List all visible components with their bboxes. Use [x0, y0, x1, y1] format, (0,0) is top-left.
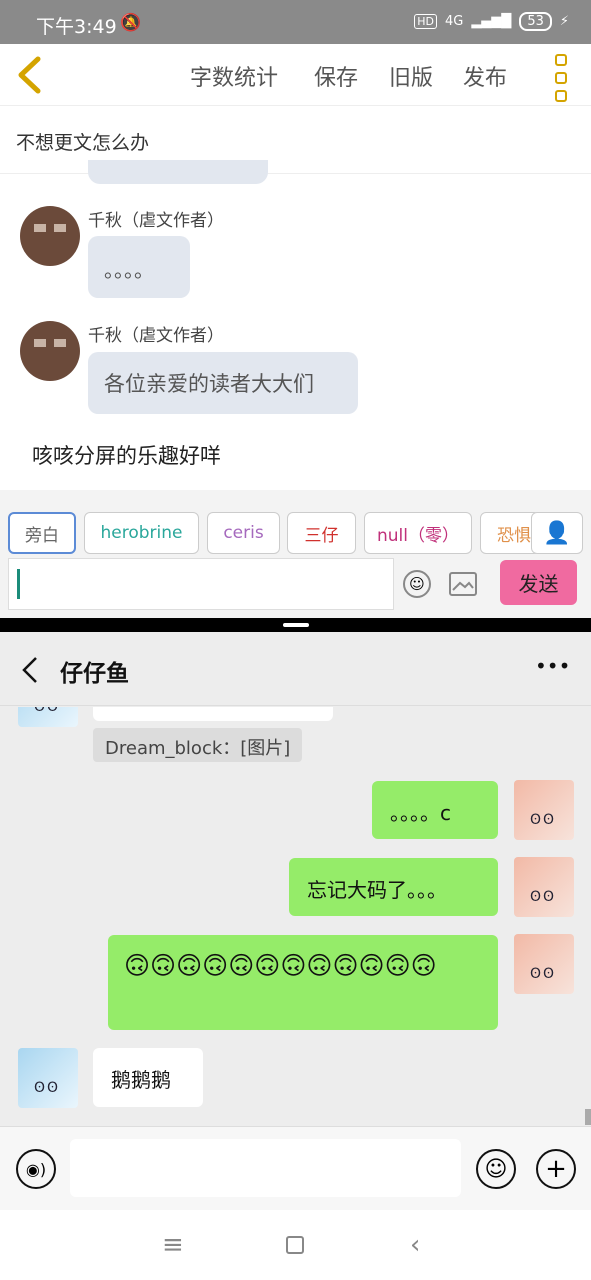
message-bubble-outgoing[interactable]: 🙃🙃🙃🙃🙃🙃🙃🙃🙃🙃🙃🙃	[108, 935, 498, 1030]
status-bar: 下午3:49 🔕 HD 4G ▂▄▆█ 53 ⚡	[0, 0, 591, 44]
message-bubble-incoming[interactable]: 鹅鹅鹅	[93, 1048, 203, 1107]
chat-title: 仔仔鱼	[60, 661, 129, 687]
back-icon[interactable]	[20, 656, 38, 684]
editor-header: 字数统计 保存 旧版 发布	[0, 44, 591, 106]
my-avatar[interactable]: ʘʘ	[514, 780, 574, 840]
save-button[interactable]: 保存	[314, 60, 358, 92]
scrollbar[interactable]	[585, 1109, 591, 1125]
mute-icon: 🔕	[120, 13, 142, 33]
emoji-icon[interactable]: ☺	[403, 570, 431, 598]
author-avatar[interactable]	[20, 321, 80, 381]
hd-badge: HD	[414, 14, 437, 29]
plus-icon[interactable]: +	[536, 1149, 576, 1189]
signal-icon: ▂▄▆█	[471, 14, 512, 29]
back-chevron-icon[interactable]	[16, 56, 42, 94]
editor-text-input[interactable]	[8, 558, 394, 610]
send-button[interactable]: 发送	[500, 560, 577, 605]
home-icon[interactable]	[286, 1236, 304, 1254]
status-time: 下午3:49	[36, 16, 117, 38]
battery-level: 53	[519, 12, 552, 31]
more-options-icon[interactable]: •••	[535, 654, 570, 678]
back-nav-icon[interactable]: ‹	[410, 1230, 420, 1260]
old-version-button[interactable]: 旧版	[389, 60, 433, 92]
user-icon[interactable]: 👤	[531, 512, 583, 554]
status-right: HD 4G ▂▄▆█ 53 ⚡	[414, 12, 569, 31]
narration-text[interactable]: 咳咳分屏的乐趣好咩	[32, 440, 221, 470]
chat-input-bar: ◉) ☺ +	[0, 1126, 591, 1210]
message-bubble-outgoing[interactable]: 。。。。c	[372, 781, 498, 839]
split-screen-divider[interactable]	[0, 618, 591, 632]
word-count-button[interactable]: 字数统计	[190, 60, 278, 92]
chat-bubble[interactable]: 各位亲爱的读者大大们	[88, 352, 358, 414]
emoji-icon[interactable]: ☺	[476, 1149, 516, 1189]
author-avatar[interactable]	[20, 206, 80, 266]
publish-button[interactable]: 发布	[463, 60, 507, 92]
role-chip-herobrine[interactable]: herobrine	[84, 512, 199, 554]
charging-icon: ⚡	[559, 14, 569, 29]
signal-label: 4G	[444, 14, 464, 29]
chapter-title: 不想更文怎么办	[16, 132, 150, 154]
chat-bubble[interactable]: 。。。。	[88, 236, 190, 298]
role-chip-null[interactable]: null（零）	[364, 512, 472, 554]
contact-avatar[interactable]: ʘʘ	[18, 707, 78, 727]
message-bubble-outgoing[interactable]: 忘记大码了。。。	[289, 858, 498, 916]
role-chip-ceris[interactable]: ceris	[207, 512, 280, 554]
role-chip-narration[interactable]: 旁白	[8, 512, 76, 554]
my-avatar[interactable]: ʘʘ	[514, 857, 574, 917]
system-note: Dream_block：[图片]	[93, 728, 303, 762]
lower-chat-header: 仔仔鱼 •••	[0, 632, 591, 706]
sender-name: 千秋（虐文作者）	[88, 211, 224, 231]
chat-message-input[interactable]	[70, 1139, 461, 1197]
role-chip-sanzai[interactable]: 三仔	[287, 512, 356, 554]
contact-avatar[interactable]: ʘʘ	[18, 1048, 78, 1108]
partial-bubble	[88, 160, 268, 184]
partial-message	[93, 707, 333, 721]
more-menu-icon[interactable]	[555, 54, 569, 102]
voice-icon[interactable]: ◉)	[16, 1149, 56, 1189]
my-avatar[interactable]: ʘʘ	[514, 934, 574, 994]
menu-icon[interactable]: ≡	[162, 1230, 184, 1260]
sender-name: 千秋（虐文作者）	[88, 326, 224, 346]
system-nav-bar: ≡ ‹	[0, 1210, 591, 1280]
message-list[interactable]: ʘʘ Dream_block：[图片] 。。。。c ʘʘ 忘记大码了。。。 ʘʘ…	[0, 707, 591, 1126]
image-icon[interactable]	[449, 572, 477, 596]
